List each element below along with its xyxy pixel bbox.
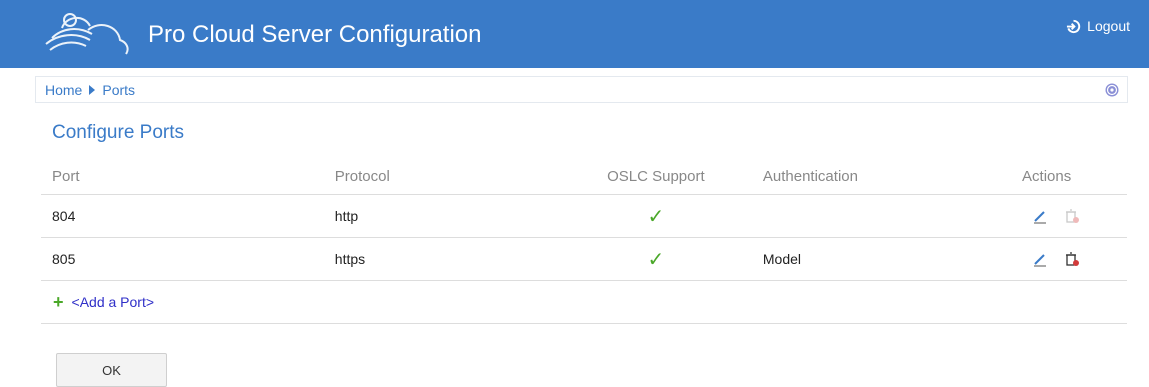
port-cell: 804 [41,194,335,238]
column-header-oslc: OSLC Support [548,158,763,195]
pencil-icon[interactable] [1032,208,1048,224]
ports-table: Port Protocol OSLC Support Authenticatio… [41,158,1127,281]
table-row: 804 http ✓ [41,194,1127,238]
add-port-link[interactable]: <Add a Port> [72,294,155,310]
column-header-actions: Actions [1022,158,1127,195]
app-header: Pro Cloud Server Configuration Logout [0,0,1149,68]
protocol-cell: https [334,237,549,281]
pencil-icon[interactable] [1032,251,1048,267]
protocol-cell: http [334,194,549,238]
column-header-protocol: Protocol [334,158,549,195]
oslc-cell: ✓ [548,237,763,281]
plus-icon: + [53,291,64,312]
authentication-cell: Model [762,237,1023,281]
breadcrumb-home[interactable]: Home [45,82,82,98]
table-row: 805 https ✓ Model [41,237,1127,281]
cloud-logo-icon [45,13,129,55]
logout-icon [1067,19,1081,33]
logout-button[interactable]: Logout [1066,18,1130,34]
trash-icon [1066,209,1080,223]
table-header-row: Port Protocol OSLC Support Authenticatio… [41,158,1127,195]
add-port-row: + <Add a Port> [41,280,1127,324]
checkmark-icon: ✓ [647,205,665,228]
checkmark-icon: ✓ [647,248,665,271]
breadcrumb-separator-icon [89,84,96,95]
page-title: Configure Ports [52,122,185,143]
actions-cell [1022,194,1127,238]
help-icon[interactable] [1105,83,1119,97]
port-cell: 805 [41,237,335,281]
oslc-cell: ✓ [548,194,763,238]
ok-button[interactable]: OK [56,353,167,387]
logout-label: Logout [1087,18,1130,34]
breadcrumb-ports[interactable]: Ports [102,82,135,98]
authentication-cell [762,194,1023,238]
breadcrumb: Home Ports [35,76,1128,103]
actions-cell [1022,237,1127,281]
app-title: Pro Cloud Server Configuration [148,21,482,48]
column-header-port: Port [41,158,335,195]
column-header-authentication: Authentication [762,158,1023,195]
trash-icon[interactable] [1064,251,1080,267]
